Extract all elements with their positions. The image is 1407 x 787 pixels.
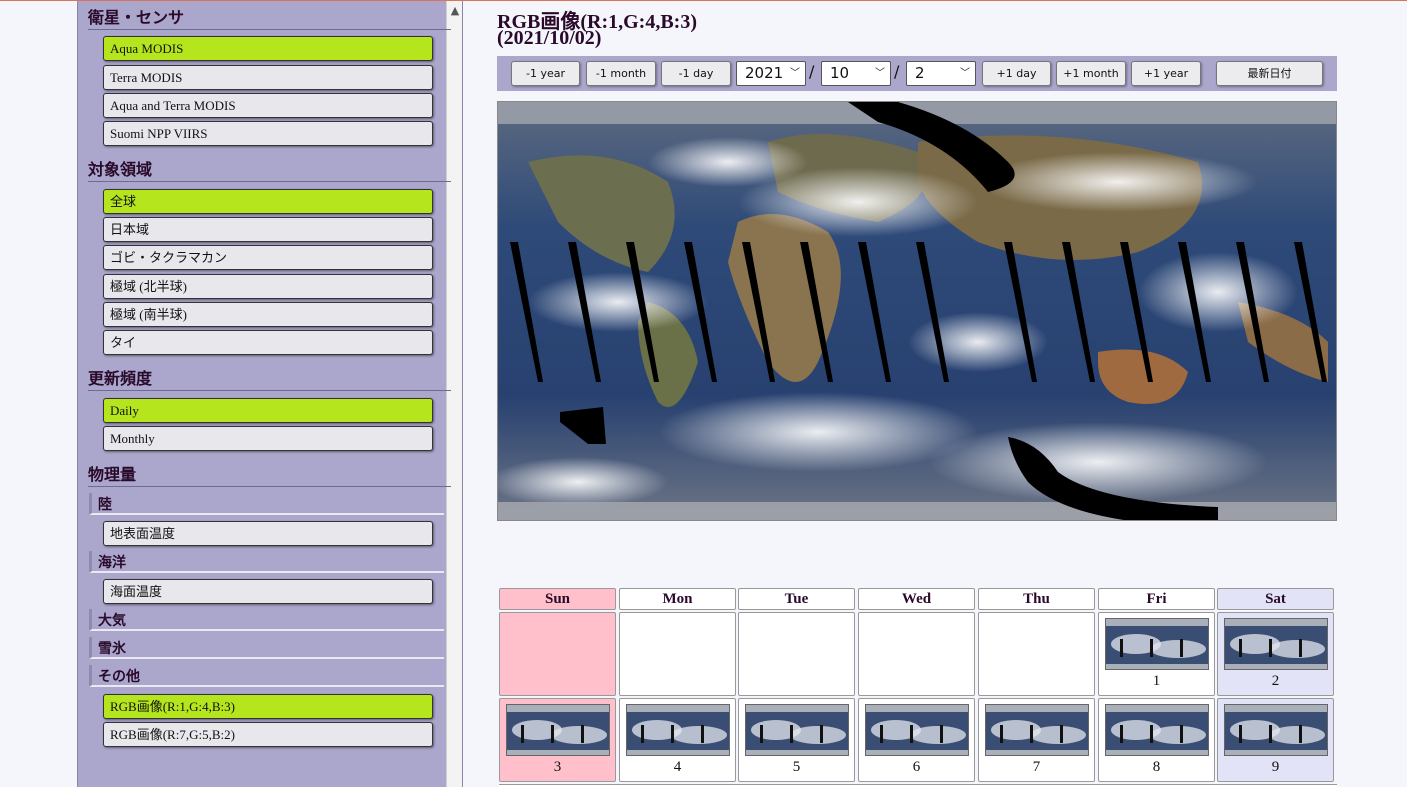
date-separator: /	[809, 62, 815, 81]
calendar-empty-cell	[858, 612, 975, 696]
day-thumbnail[interactable]	[1105, 704, 1209, 756]
satellite-terra-modis-button[interactable]: Terra MODIS	[103, 65, 433, 90]
calendar-day-4[interactable]: 4	[619, 698, 736, 782]
calendar-day-2[interactable]: 2	[1217, 612, 1334, 696]
satellite-aqua-modis-button[interactable]: Aqua MODIS	[103, 36, 433, 61]
weekday-header-sat: Sat	[1217, 588, 1334, 610]
minus-year-button[interactable]: -1 year	[511, 61, 580, 86]
date-toolbar: -1 year -1 month -1 day 2021 ﹀ / 10 ﹀ / …	[497, 56, 1337, 91]
calendar-empty-cell	[499, 612, 616, 696]
month-select[interactable]: 10 ﹀	[821, 61, 891, 86]
region-antarctic-button[interactable]: 極域 (南半球)	[103, 302, 433, 327]
minus-day-button[interactable]: -1 day	[661, 61, 731, 86]
weekday-header-tue: Tue	[738, 588, 855, 610]
day-thumbnail[interactable]	[506, 704, 610, 756]
section-heading-region: 対象領域	[88, 156, 451, 182]
day-number: 4	[673, 759, 682, 775]
region-global-button[interactable]: 全球	[103, 189, 433, 214]
category-land[interactable]: 陸	[89, 493, 444, 515]
calendar-day-6[interactable]: 6	[858, 698, 975, 782]
global-rgb-map	[498, 102, 1336, 520]
calendar-day-9[interactable]: 9	[1217, 698, 1334, 782]
category-snow-ice[interactable]: 雪氷	[89, 637, 444, 659]
section-heading-satellite: 衛星・センサ	[88, 4, 451, 30]
satellite-rgb-image	[497, 101, 1337, 521]
region-gobi-taklamakan-button[interactable]: ゴビ・タクラマカン	[103, 245, 433, 270]
weekday-header-mon: Mon	[619, 588, 736, 610]
calendar-empty-cell	[738, 612, 855, 696]
day-thumbnail[interactable]	[745, 704, 849, 756]
sidebar: ▲ 衛星・センサ Aqua MODIS Terra MODIS Aqua and…	[77, 1, 463, 787]
chevron-down-icon: ﹀	[790, 68, 800, 79]
region-arctic-button[interactable]: 極域 (北半球)	[103, 274, 433, 299]
day-thumbnail[interactable]	[1224, 704, 1328, 756]
frequency-monthly-button[interactable]: Monthly	[103, 426, 433, 451]
day-number: 5	[792, 759, 801, 775]
month-select-value: 10	[830, 64, 850, 82]
year-select[interactable]: 2021 ﹀	[736, 61, 806, 86]
weekday-header-wed: Wed	[858, 588, 975, 610]
day-number: 9	[1271, 759, 1280, 775]
minus-month-button[interactable]: -1 month	[586, 61, 656, 86]
sidebar-scrollbar[interactable]: ▲	[446, 1, 462, 787]
chevron-down-icon: ﹀	[875, 68, 885, 79]
frequency-daily-button[interactable]: Daily	[103, 398, 433, 423]
calendar-day-5[interactable]: 5	[738, 698, 855, 782]
day-number: 2	[1271, 673, 1280, 689]
satellite-aqua-terra-modis-button[interactable]: Aqua and Terra MODIS	[103, 93, 433, 118]
day-thumbnail[interactable]	[985, 704, 1089, 756]
weekday-header-fri: Fri	[1098, 588, 1215, 610]
day-number: 8	[1152, 759, 1161, 775]
day-number: 1	[1152, 673, 1161, 689]
year-select-value: 2021	[745, 64, 784, 82]
latest-date-button[interactable]: 最新日付	[1216, 61, 1323, 86]
date-separator: /	[894, 62, 900, 81]
region-japan-button[interactable]: 日本域	[103, 217, 433, 242]
calendar-day-3[interactable]: 3	[499, 698, 616, 782]
calendar-empty-cell	[619, 612, 736, 696]
land-surface-temperature-button[interactable]: 地表面温度	[103, 521, 433, 546]
weekday-header-thu: Thu	[978, 588, 1095, 610]
rgb-143-button[interactable]: RGB画像(R:1,G:4,B:3)	[103, 694, 433, 719]
category-other[interactable]: その他	[89, 665, 444, 687]
day-select[interactable]: 2 ﹀	[906, 61, 976, 86]
calendar-day-1[interactable]: 1	[1098, 612, 1215, 696]
calendar-day-7[interactable]: 7	[978, 698, 1095, 782]
calendar-empty-cell	[978, 612, 1095, 696]
day-number: 6	[912, 759, 921, 775]
weekday-header-sun: Sun	[499, 588, 616, 610]
day-thumbnail[interactable]	[1105, 618, 1209, 670]
chevron-down-icon: ﹀	[960, 68, 970, 79]
day-thumbnail[interactable]	[865, 704, 969, 756]
calendar-day-8[interactable]: 8	[1098, 698, 1215, 782]
plus-year-button[interactable]: +1 year	[1131, 61, 1201, 86]
plus-day-button[interactable]: +1 day	[982, 61, 1051, 86]
sea-surface-temperature-button[interactable]: 海面温度	[103, 579, 433, 604]
day-number: 3	[553, 759, 562, 775]
plus-month-button[interactable]: +1 month	[1056, 61, 1126, 86]
day-select-value: 2	[915, 64, 925, 82]
rgb-752-button[interactable]: RGB画像(R:7,G:5,B:2)	[103, 722, 433, 747]
satellite-suomi-npp-viirs-button[interactable]: Suomi NPP VIIRS	[103, 121, 433, 146]
section-heading-physical: 物理量	[88, 461, 451, 487]
region-thailand-button[interactable]: タイ	[103, 330, 433, 355]
section-heading-frequency: 更新頻度	[88, 365, 451, 391]
page-title-date: (2021/10/02)	[497, 27, 602, 49]
category-atmosphere[interactable]: 大気	[89, 609, 444, 631]
day-number: 7	[1032, 759, 1041, 775]
category-ocean[interactable]: 海洋	[89, 551, 444, 573]
day-thumbnail[interactable]	[626, 704, 730, 756]
day-thumbnail[interactable]	[1224, 618, 1328, 670]
